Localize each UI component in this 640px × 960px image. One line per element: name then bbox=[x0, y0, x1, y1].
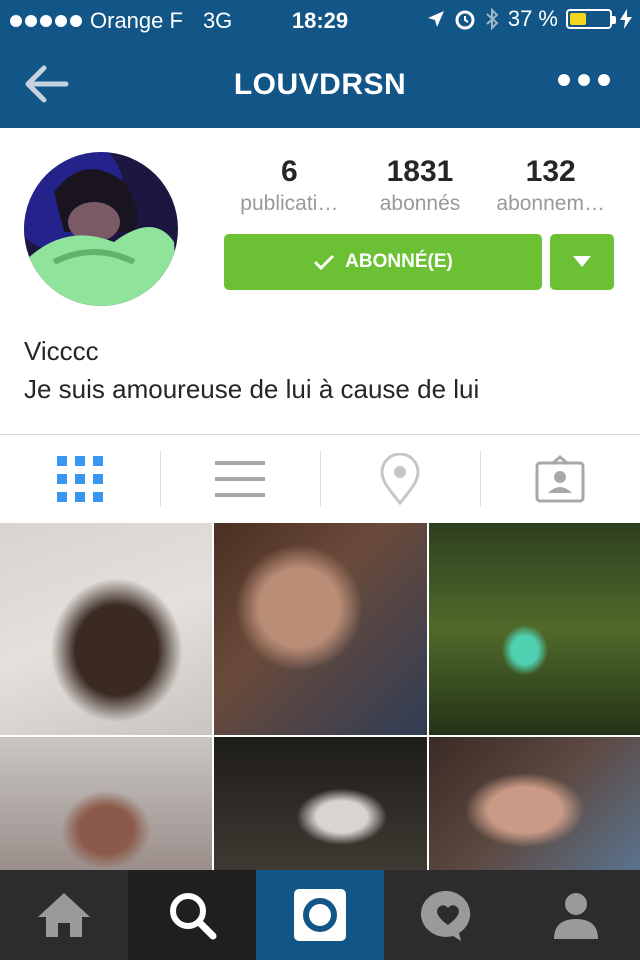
checkmark-icon bbox=[314, 254, 335, 271]
activity-heart-icon bbox=[421, 890, 471, 941]
charging-icon bbox=[620, 9, 632, 29]
stat-posts[interactable]: 6 publicati… bbox=[224, 152, 355, 222]
stat-posts-count: 6 bbox=[280, 155, 298, 188]
stat-following-label: abonnem… bbox=[496, 192, 605, 215]
search-icon bbox=[170, 893, 217, 940]
suggestions-dropdown-button[interactable] bbox=[550, 234, 614, 290]
stat-followers-label: abonnés bbox=[379, 192, 461, 215]
tab-camera[interactable] bbox=[256, 870, 384, 960]
profile-name: Vicccc bbox=[24, 336, 99, 366]
grid-photo[interactable] bbox=[0, 523, 212, 735]
list-icon bbox=[215, 461, 265, 497]
bottom-tab-bar bbox=[0, 870, 640, 960]
tab-profile[interactable] bbox=[512, 870, 640, 960]
tab-home[interactable] bbox=[0, 870, 128, 960]
camera-icon bbox=[294, 889, 346, 941]
stat-followers-count: 1831 bbox=[386, 155, 454, 188]
following-button[interactable]: ABONNÉ(E) bbox=[224, 234, 542, 290]
tab-tagged[interactable] bbox=[480, 435, 640, 523]
stat-following[interactable]: 132 abonnem… bbox=[485, 152, 616, 222]
alarm-icon bbox=[455, 10, 475, 30]
tab-location[interactable] bbox=[320, 435, 480, 523]
battery-icon bbox=[566, 9, 616, 29]
profile-avatar[interactable] bbox=[24, 152, 178, 306]
grid-photo[interactable] bbox=[429, 737, 640, 870]
grid-photo[interactable] bbox=[214, 737, 427, 870]
grid-icon bbox=[57, 456, 103, 502]
tab-grid-view[interactable] bbox=[0, 435, 160, 523]
stat-posts-label: publicati… bbox=[240, 192, 339, 215]
home-icon bbox=[38, 893, 90, 937]
location-arrow-icon bbox=[427, 11, 444, 27]
stat-followers[interactable]: 1831 abonnés bbox=[355, 152, 486, 222]
grid-photo[interactable] bbox=[429, 523, 640, 735]
tab-search[interactable] bbox=[128, 870, 256, 960]
tab-activity[interactable] bbox=[384, 870, 512, 960]
status-bar: Orange F 3G 18:29 37 % bbox=[0, 0, 640, 40]
stat-following-count: 132 bbox=[525, 155, 576, 188]
profile-icon bbox=[554, 893, 598, 939]
location-pin-icon bbox=[380, 453, 420, 505]
more-options-icon[interactable] bbox=[558, 74, 610, 86]
bluetooth-icon bbox=[486, 7, 499, 31]
chevron-down-icon bbox=[573, 256, 591, 267]
profile-bio: Je suis amoureuse de lui à cause de lui bbox=[24, 374, 480, 404]
page-title: LOUVDRSN bbox=[233, 68, 407, 101]
tab-list-view[interactable] bbox=[160, 435, 320, 523]
grid-photo[interactable] bbox=[0, 737, 212, 870]
following-button-label: ABONNÉ(E) bbox=[345, 251, 453, 272]
battery-percent: 37 % bbox=[507, 6, 558, 31]
top-bar: Orange F 3G 18:29 37 % LOUVDRSN bbox=[0, 0, 640, 128]
grid-photo[interactable] bbox=[214, 523, 427, 735]
profile-stats: 6 publicati… 1831 abonnés 132 abonnem… bbox=[224, 152, 616, 222]
tagged-person-icon bbox=[535, 455, 585, 503]
navigation-bar: LOUVDRSN bbox=[0, 40, 640, 128]
profile-view-tabs bbox=[0, 435, 640, 523]
photo-grid bbox=[0, 523, 640, 870]
